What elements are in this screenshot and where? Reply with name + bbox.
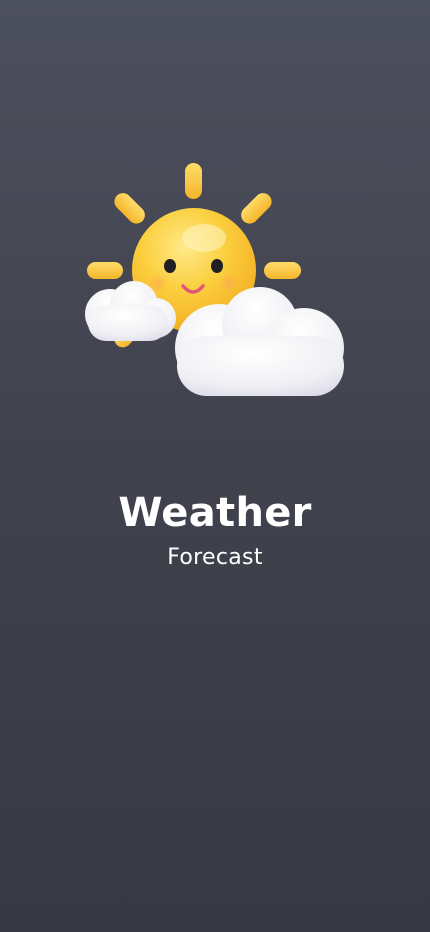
- sun-behind-clouds-icon: [85, 163, 344, 396]
- app-title: Weather: [118, 490, 312, 536]
- app-subtitle: Forecast: [167, 545, 263, 570]
- splash-screen: Weather Forecast: [0, 0, 430, 932]
